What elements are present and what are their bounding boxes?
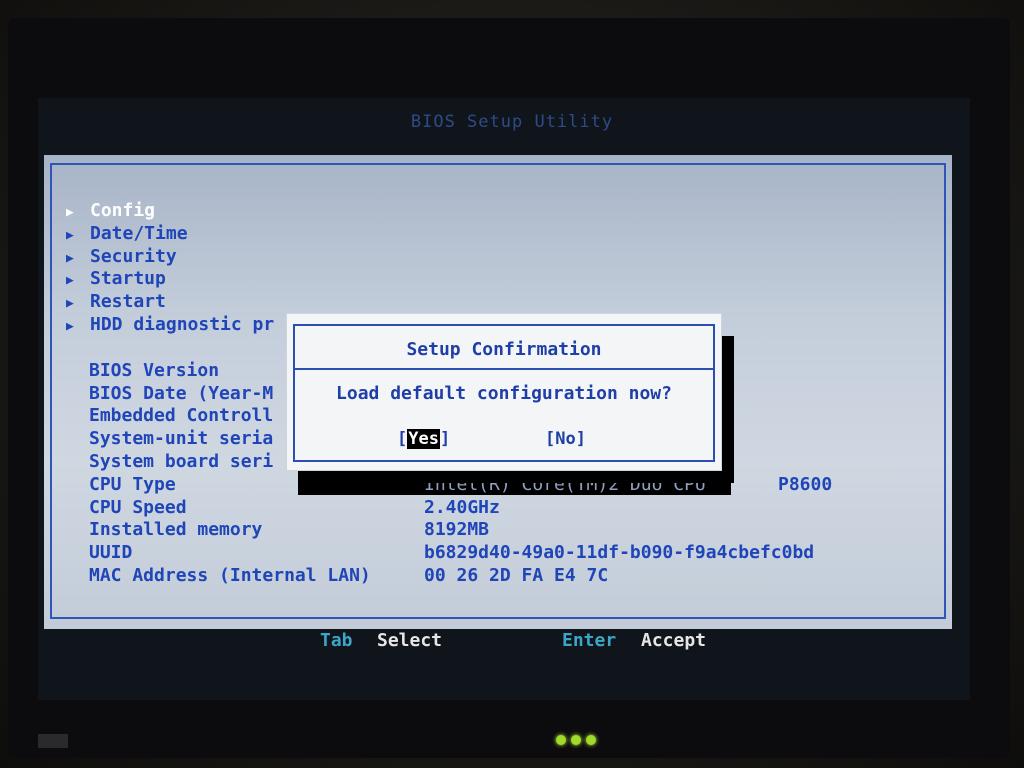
cpu-speed-value: 2.40GHz <box>424 497 500 518</box>
no-button[interactable]: [No] <box>545 429 586 449</box>
menu-item-label: Startup <box>90 268 166 289</box>
mac-address-label: MAC Address (Internal LAN) <box>89 565 371 586</box>
menu-item-date-time[interactable]: ▶ Date/Time <box>66 223 188 245</box>
dialog-divider <box>295 368 713 370</box>
menu-item-label: Config <box>90 200 156 221</box>
menu-item-config[interactable]: ▶ Config <box>66 200 155 222</box>
uuid-value: b6829d40-49a0-11df-b090-f9a4cbefc0bd <box>424 542 815 563</box>
triangle-right-icon: ▶ <box>66 205 74 220</box>
tab-key-label: Tab <box>320 630 353 651</box>
bios-date-label: BIOS Date (Year-M <box>89 383 274 404</box>
menu-item-label: Security <box>90 246 177 267</box>
window-title: BIOS Setup Utility <box>410 112 614 132</box>
dialog-message: Load default configuration now? <box>336 383 672 404</box>
dialog-frame: Setup Confirmation Load default configur… <box>293 324 715 462</box>
menu-item-restart[interactable]: ▶ Restart <box>66 291 166 313</box>
key-help-footer: Tab Select Enter Accept <box>0 630 1024 656</box>
menu-item-security[interactable]: ▶ Security <box>66 246 177 268</box>
enter-key-label: Enter <box>562 630 617 651</box>
menu-item-label: HDD diagnostic pr <box>90 314 275 335</box>
menu-item-startup[interactable]: ▶ Startup <box>66 268 166 290</box>
bios-version-label: BIOS Version <box>89 360 220 381</box>
installed-memory-value: 8192MB <box>424 519 490 540</box>
enter-action-label: Accept <box>641 630 707 651</box>
uuid-label: UUID <box>89 542 133 563</box>
system-unit-serial-label: System-unit seria <box>89 428 274 449</box>
cpu-model-value: P8600 <box>778 474 833 495</box>
triangle-right-icon: ▶ <box>66 228 74 243</box>
cpu-speed-label: CPU Speed <box>89 497 187 518</box>
system-board-serial-label: System board seri <box>89 451 274 472</box>
menu-item-label: Restart <box>90 291 166 312</box>
tab-action-label: Select <box>377 630 443 651</box>
power-led-icon <box>556 735 566 745</box>
triangle-right-icon: ▶ <box>66 319 74 334</box>
battery-led-icon <box>571 735 581 745</box>
sleep-led-icon <box>586 735 596 745</box>
yes-button-label: Yes <box>407 429 440 449</box>
embedded-controller-label: Embedded Controll <box>89 405 274 426</box>
triangle-right-icon: ▶ <box>66 251 74 266</box>
cpu-type-label: CPU Type <box>89 474 176 495</box>
yes-bracket-open: [ <box>397 429 408 449</box>
mac-address-value: 00 26 2D FA E4 7C <box>424 565 609 586</box>
dialog-title: Setup Confirmation <box>406 339 602 360</box>
bezel-sticker <box>38 734 68 748</box>
triangle-right-icon: ▶ <box>66 296 74 311</box>
setup-confirmation-dialog: Setup Confirmation Load default configur… <box>286 313 722 471</box>
yes-button[interactable]: [Yes] <box>397 429 450 449</box>
yes-bracket-close: ] <box>439 429 451 449</box>
menu-item-hdd-diagnostic[interactable]: ▶ HDD diagnostic pr <box>66 314 274 336</box>
installed-memory-label: Installed memory <box>89 519 263 540</box>
triangle-right-icon: ▶ <box>66 273 74 288</box>
menu-item-label: Date/Time <box>90 223 188 244</box>
status-leds <box>556 733 604 747</box>
